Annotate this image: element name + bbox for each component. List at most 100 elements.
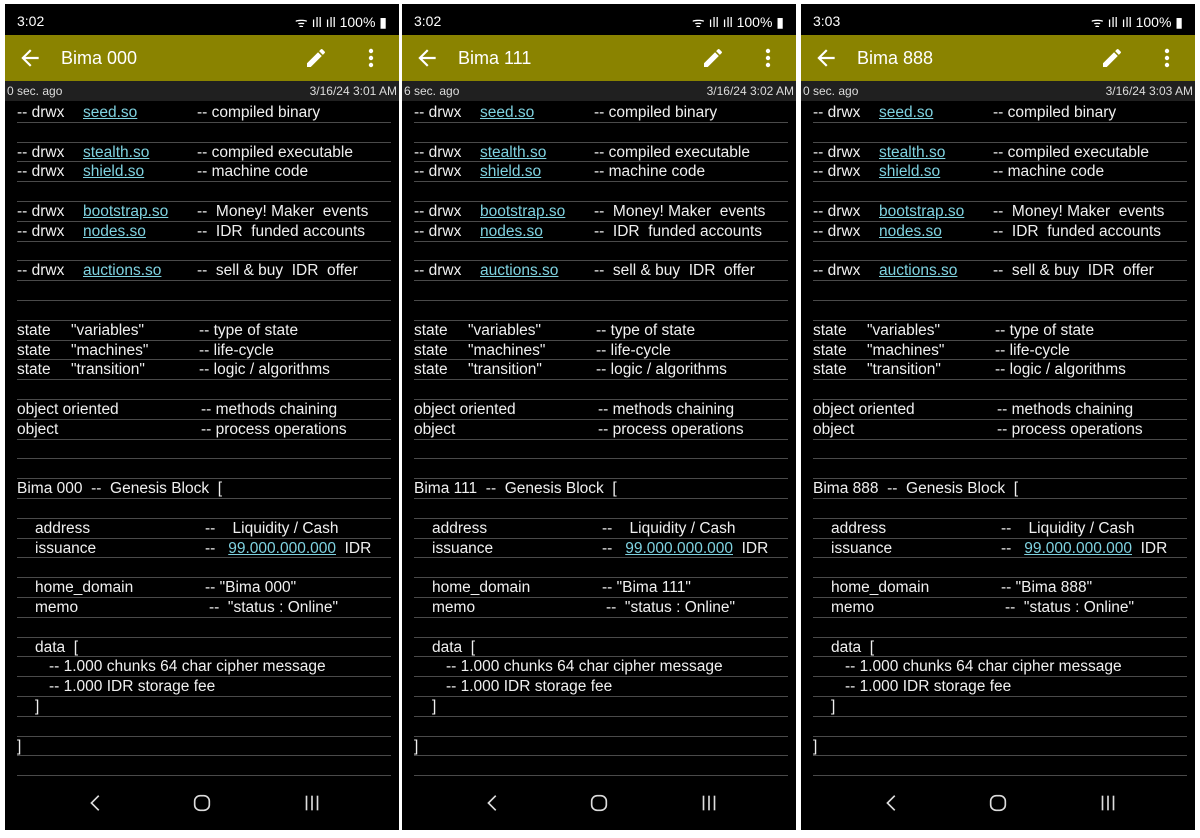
note-line: -- drwx stealth.so -- compiled executable	[813, 143, 1187, 163]
note-line	[17, 558, 391, 579]
note-line: home_domain -- "Bima 888"	[813, 578, 1187, 598]
note-line	[17, 618, 391, 638]
nav-home-icon[interactable]	[588, 792, 610, 814]
file-link[interactable]: bootstrap.so	[480, 202, 565, 221]
back-arrow-icon[interactable]	[17, 45, 43, 71]
file-link[interactable]: shield.so	[879, 162, 940, 181]
file-link[interactable]: seed.so	[83, 103, 137, 122]
battery-percent: 100%	[736, 14, 773, 30]
file-link[interactable]: auctions.so	[480, 261, 558, 280]
note-line: -- 1.000 IDR storage fee	[17, 677, 391, 697]
note-line: -- drwx auctions.so -- sell & buy IDR offe…	[17, 261, 391, 282]
note-line	[17, 301, 391, 321]
note-line: memo -- "status : Online"	[414, 598, 788, 618]
note-line	[414, 281, 788, 301]
note-line: data [	[813, 638, 1187, 658]
status-battery: ᯤ ıll ıll 100% ▮	[1091, 13, 1183, 32]
note-line: state "machines" -- life-cycle	[17, 341, 391, 361]
nav-recents-icon[interactable]	[1097, 792, 1119, 814]
nav-recents-icon[interactable]	[301, 792, 323, 814]
note-title: Bima 000	[61, 48, 138, 68]
file-link[interactable]: auctions.so	[83, 261, 161, 280]
note-body[interactable]: -- drwx seed.so -- compiled binary -- drwx…	[813, 103, 1187, 777]
note-line: -- drwx seed.so -- compiled binary	[813, 103, 1187, 123]
note-line: -- drwx nodes.so -- IDR funded accounts	[414, 222, 788, 242]
issuance-amount[interactable]: 99.000.000.000	[625, 540, 733, 557]
note-line	[813, 499, 1187, 519]
note-line: issuance -- 99.000.000.000 IDR	[414, 539, 788, 559]
note-line: ]	[17, 697, 391, 717]
back-arrow-icon[interactable]	[813, 45, 839, 71]
issuance-amount[interactable]: 99.000.000.000	[228, 540, 336, 557]
file-link[interactable]: auctions.so	[879, 261, 957, 280]
wifi-signal-icon: ᯤ ıll ıll	[294, 14, 340, 30]
note-line: ]	[414, 737, 788, 757]
more-options-icon[interactable]	[756, 46, 780, 70]
note-line: state "variables" -- type of state	[17, 321, 391, 341]
note-line: data [	[414, 638, 788, 658]
note-line: -- 1.000 chunks 64 char cipher message	[414, 657, 788, 678]
note-line	[813, 558, 1187, 579]
file-link[interactable]: seed.so	[879, 103, 933, 122]
note-line: state "transition" -- logic / algorithms	[17, 360, 391, 381]
battery-percent: 100%	[339, 14, 376, 30]
file-link[interactable]: stealth.so	[83, 143, 149, 162]
note-line	[813, 301, 1187, 321]
nav-back-icon[interactable]	[482, 792, 504, 814]
file-link[interactable]: shield.so	[83, 162, 144, 181]
note-line: address -- Liquidity / Cash	[813, 519, 1187, 539]
note-line: -- drwx stealth.so -- compiled executable	[414, 143, 788, 163]
nav-back-icon[interactable]	[85, 792, 107, 814]
note-line	[813, 242, 1187, 262]
battery-icon: ▮	[772, 14, 784, 30]
note-line	[414, 182, 788, 202]
edit-pencil-icon[interactable]	[701, 46, 725, 70]
note-line: object -- process operations	[813, 420, 1187, 440]
note-timestamp: 3/16/24 3:02 AM	[706, 84, 794, 98]
note-line	[17, 182, 391, 202]
note-timestamp: 3/16/24 3:03 AM	[1105, 84, 1193, 98]
edit-pencil-icon[interactable]	[1100, 46, 1124, 70]
nav-home-icon[interactable]	[191, 792, 213, 814]
note-line: address -- Liquidity / Cash	[414, 519, 788, 539]
note-line: issuance -- 99.000.000.000 IDR	[813, 539, 1187, 559]
note-line: address -- Liquidity / Cash	[17, 519, 391, 539]
file-link[interactable]: seed.so	[480, 103, 534, 122]
more-options-icon[interactable]	[359, 46, 383, 70]
note-line	[813, 182, 1187, 202]
file-link[interactable]: stealth.so	[480, 143, 546, 162]
note-line: issuance -- 99.000.000.000 IDR	[17, 539, 391, 559]
note-title: Bima 888	[857, 48, 934, 68]
nav-back-icon[interactable]	[881, 792, 903, 814]
more-options-icon[interactable]	[1155, 46, 1179, 70]
note-info-bar: 6 sec. ago 3/16/24 3:02 AM	[402, 81, 796, 101]
note-line: -- 1.000 chunks 64 char cipher message	[17, 657, 391, 678]
file-link[interactable]: nodes.so	[480, 222, 543, 241]
phone-screen-2: 3:02 ᯤ ıll ıll 100% ▮ Bima 111 6 sec. ag…	[402, 4, 796, 830]
back-arrow-icon[interactable]	[414, 45, 440, 71]
note-line	[414, 618, 788, 638]
file-link[interactable]: nodes.so	[879, 222, 942, 241]
issuance-amount[interactable]: 99.000.000.000	[1024, 540, 1132, 557]
note-line	[414, 499, 788, 519]
note-line: Bima 000 -- Genesis Block [	[17, 479, 391, 499]
note-line: -- drwx shield.so -- machine code	[414, 162, 788, 183]
file-link[interactable]: shield.so	[480, 162, 541, 181]
note-line: home_domain -- "Bima 000"	[17, 578, 391, 598]
file-link[interactable]: stealth.so	[879, 143, 945, 162]
note-line	[813, 756, 1187, 777]
status-battery: ᯤ ıll ıll 100% ▮	[692, 13, 784, 32]
file-link[interactable]: bootstrap.so	[879, 202, 964, 221]
status-bar: 3:03 ᯤ ıll ıll 100% ▮	[801, 4, 1195, 35]
file-link[interactable]: bootstrap.so	[83, 202, 168, 221]
note-body[interactable]: -- drwx seed.so -- compiled binary -- drwx…	[17, 103, 391, 777]
note-body[interactable]: -- drwx seed.so -- compiled binary -- drwx…	[414, 103, 788, 777]
note-line: state "transition" -- logic / algorithms	[813, 360, 1187, 381]
nav-recents-icon[interactable]	[698, 792, 720, 814]
nav-home-icon[interactable]	[987, 792, 1009, 814]
note-line: memo -- "status : Online"	[813, 598, 1187, 618]
note-line: -- drwx bootstrap.so -- Money! Maker event…	[17, 202, 391, 222]
file-link[interactable]: nodes.so	[83, 222, 146, 241]
note-line: -- drwx seed.so -- compiled binary	[414, 103, 788, 123]
edit-pencil-icon[interactable]	[304, 46, 328, 70]
